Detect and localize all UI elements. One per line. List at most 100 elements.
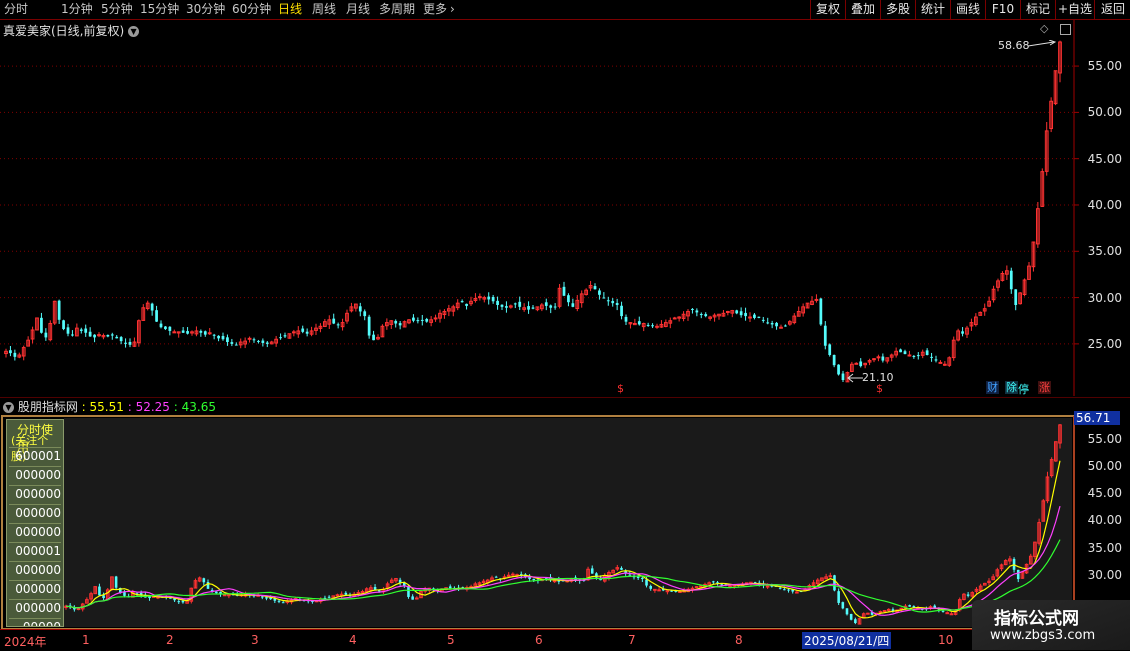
price-candle-body [412, 317, 415, 321]
period-tab-monthly[interactable]: 月线 [346, 1, 370, 18]
indicator-candle-body [335, 594, 340, 597]
price-candle-body [593, 286, 597, 290]
indicator-candle-body [636, 576, 640, 578]
code-list-item[interactable]: 000000 [9, 485, 61, 502]
period-tab-60min[interactable]: 60分钟 [232, 1, 271, 18]
indicator-chart[interactable] [0, 397, 1130, 650]
price-candle-body [62, 320, 65, 330]
month-label: 5 [447, 633, 455, 647]
code-list-item[interactable]: 600001 [9, 447, 61, 464]
price-candle-body [899, 349, 902, 353]
indicator-candle-body [645, 579, 648, 586]
adjust-button[interactable]: 复权 [810, 0, 845, 19]
panel-toggle-icon[interactable] [1060, 24, 1071, 35]
indicator-candle-body [886, 608, 891, 611]
indicator-panel: ▼ 股朋指标网 : 55.51 : 52.25 : 43.65 分时使用 (关注… [0, 397, 1130, 650]
period-tab-multi[interactable]: 多周期 [379, 1, 415, 18]
mark-button[interactable]: 标记 [1020, 0, 1055, 19]
price-candle-body [766, 322, 770, 324]
indicator-candle-body [494, 576, 498, 578]
price-candle-body [93, 334, 96, 338]
price-candle-body [234, 344, 238, 346]
chevron-down-icon[interactable]: ▼ [3, 402, 14, 413]
period-tab-weekly[interactable]: 周线 [312, 1, 336, 18]
price-candle-body [930, 356, 933, 358]
price-candle-body [832, 354, 836, 366]
price-candle-body [257, 340, 260, 342]
price-candle-body [735, 310, 739, 314]
overlay-button[interactable]: 叠加 [845, 0, 880, 19]
indicator-candle-body [177, 601, 181, 603]
period-tab-30min[interactable]: 30分钟 [186, 1, 225, 18]
indicator-candle-body [678, 591, 682, 594]
price-candle-body [265, 342, 269, 344]
indicator-candle-body [878, 611, 883, 614]
code-list-item[interactable]: 000000 [9, 580, 61, 597]
indicator-candle-body [653, 588, 657, 591]
exright-flag[interactable]: 除 [1005, 381, 1018, 394]
price-candle-body [934, 359, 938, 361]
code-list-item[interactable]: 000000 [9, 523, 61, 540]
period-tab-15min[interactable]: 15分钟 [140, 1, 179, 18]
f10-button[interactable]: F10 [985, 0, 1020, 19]
month-label: 4 [349, 633, 357, 647]
price-candle-body [544, 302, 548, 306]
indicator-candle-body [712, 581, 715, 583]
price-candle-body [367, 316, 371, 336]
chevron-down-icon[interactable]: ▼ [128, 26, 140, 37]
add-watchlist-button[interactable]: +自选 [1055, 0, 1094, 19]
indicator-candle-body [344, 592, 348, 595]
code-list-item[interactable]: 000001 [9, 542, 61, 559]
indicator-candle-body [411, 596, 414, 600]
price-candle-body [487, 296, 491, 300]
indicator-header[interactable]: ▼ 股朋指标网 : 55.51 : 52.25 : 43.65 [3, 398, 216, 415]
price-candle-body [500, 304, 504, 307]
indicator-candle-body [281, 602, 285, 604]
indicator-value-2: 52.25 [135, 400, 170, 414]
price-candle-body [567, 295, 570, 303]
price-candle-body [79, 329, 83, 331]
code-list-item[interactable]: 000000 [9, 561, 61, 578]
period-tab-daily[interactable]: 日线 [278, 1, 302, 18]
price-candle-body [88, 331, 92, 337]
price-candle-body [301, 328, 305, 332]
multi-stock-button[interactable]: 多股 [880, 0, 915, 19]
code-list-item[interactable]: 000000 [9, 466, 61, 483]
code-list-item[interactable]: 000000 [9, 599, 61, 616]
price-candle-body [651, 325, 654, 327]
site-watermark: 指标公式网 www.zbgs3.com [972, 600, 1130, 650]
code-list-item[interactable]: 000000 [9, 504, 61, 521]
price-candle-body [57, 300, 61, 320]
price-candle-body [505, 306, 508, 308]
indicator-candle-body [765, 585, 770, 588]
draw-line-button[interactable]: 画线 [950, 0, 985, 19]
exright-flag-suffix: 停 [1018, 383, 1029, 396]
period-tab-1min[interactable]: 1分钟 [61, 1, 93, 18]
price-candle-body [961, 331, 964, 334]
code-list-item[interactable]: 00000 [9, 618, 61, 626]
year-label: 2024年 [4, 635, 47, 649]
period-tab-5min[interactable]: 5分钟 [101, 1, 133, 18]
price-candle-body [465, 303, 468, 306]
indicator-y-tick-label: 30.00 [1087, 567, 1122, 582]
price-chart[interactable] [0, 20, 1130, 396]
period-tab-intraday[interactable]: 分时 [4, 1, 28, 18]
indicator-candle-body [670, 590, 673, 592]
indicator-candle-body [795, 591, 799, 594]
month-label: 10 [938, 633, 954, 647]
price-candle-body [420, 319, 424, 321]
dividend-marker-icon: $ [876, 382, 883, 395]
indicator-candle-body [260, 596, 264, 598]
price-candle-body [784, 325, 787, 327]
finance-flag[interactable]: 财 [986, 381, 999, 394]
period-tab-more[interactable]: 更多 › [423, 1, 455, 18]
indicator-candle-body [227, 594, 231, 597]
stock-title[interactable]: 真爱美家(日线,前复权) ▼ [3, 22, 140, 39]
back-button[interactable]: 返回 [1094, 0, 1130, 19]
price-candle-body [606, 300, 610, 302]
limit-up-flag[interactable]: 涨 [1038, 381, 1051, 394]
statistics-button[interactable]: 统计 [915, 0, 950, 19]
indicator-candle-body [327, 596, 331, 598]
diamond-icon[interactable]: ◇ [1040, 22, 1048, 35]
price-candle-body [217, 335, 220, 339]
